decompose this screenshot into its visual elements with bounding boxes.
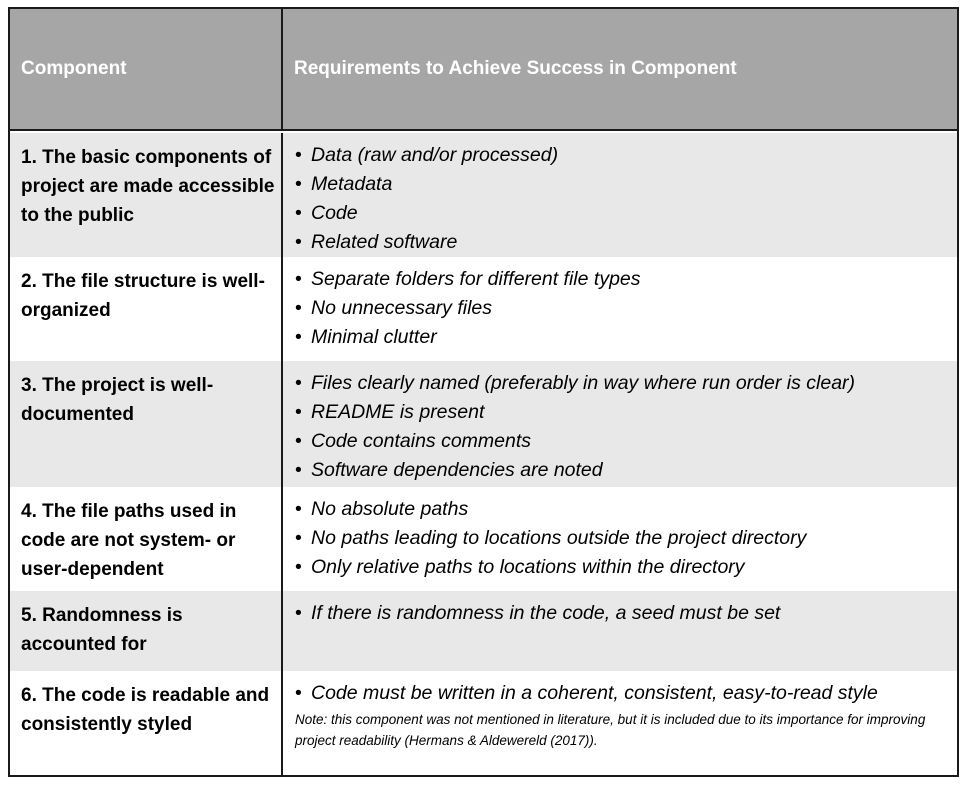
list-item: • No absolute paths [295,498,469,520]
header-cell-component: Component [10,9,283,129]
component-cell: 4. The file paths used in code are not s… [10,487,283,591]
table-header-row: Component Requirements to Achieve Succes… [10,9,957,131]
component-name: 2. The file structure is well-organized [21,271,265,321]
requirements-cell: • Separate folders for different file typ… [283,257,957,361]
list-item: • Code must be written in a coherent, con… [295,682,878,704]
component-name: 6. The code is readable and consistently… [21,685,270,735]
list-item: • Data (raw and/or processed) [295,144,559,166]
component-name: 4. The file paths used in code are not s… [21,501,237,580]
table-row: 2. The file structure is well-organized … [10,257,957,361]
list-item: • Code [295,202,358,224]
requirements-cell: • Data (raw and/or processed) • Metadata •… [283,133,957,257]
list-item: • Code contains comments [295,430,532,452]
component-cell: 6. The code is readable and consistently… [10,671,283,775]
table-row: 4. The file paths used in code are not s… [10,487,957,591]
list-item: • No unnecessary files [295,297,493,319]
component-cell: 1. The basic components of project are m… [10,133,283,257]
header-requirements-label: Requirements to Achieve Success in Compo… [294,58,737,79]
table-row: 5. Randomness is accounted for • If there… [10,591,957,671]
header-component-label: Component [21,58,127,79]
requirements-list: • Code must be written in a coherent, con… [295,679,951,708]
requirements-list: • Files clearly named (preferably in way … [295,369,951,485]
component-name: 5. Randomness is accounted for [21,605,183,655]
component-name: 1. The basic components of project are m… [21,147,275,226]
component-cell: 2. The file structure is well-organized [10,257,283,361]
requirements-cell: • Code must be written in a coherent, con… [283,671,957,775]
requirements-list: • Data (raw and/or processed) • Metadata •… [295,141,951,257]
list-item: • Related software [295,231,458,253]
list-item: • Software dependencies are noted [295,459,603,481]
list-item: • README is present [295,401,485,423]
requirements-cell: • No absolute paths • No paths leading to … [283,487,957,591]
requirements-list: • If there is randomness in the code, a s… [295,599,951,628]
table-row: 1. The basic components of project are m… [10,133,957,257]
component-cell: 5. Randomness is accounted for [10,591,283,671]
list-item: • Only relative paths to locations within… [295,556,745,578]
requirements-table: Component Requirements to Achieve Succes… [8,7,959,777]
table-row: 3. The project is well-documented • Files… [10,361,957,487]
list-item: • Metadata [295,173,393,195]
table-row: 6. The code is readable and consistently… [10,671,957,775]
list-item: • Separate folders for different file typ… [295,268,641,290]
requirements-list: • No absolute paths • No paths leading to … [295,495,951,582]
requirements-cell: • If there is randomness in the code, a s… [283,591,957,671]
requirements-cell: • Files clearly named (preferably in way … [283,361,957,487]
list-item: • No paths leading to locations outside t… [295,527,807,549]
component-note: Note: this component was not mentioned i… [295,712,926,748]
list-item: • Files clearly named (preferably in way … [295,372,856,394]
header-cell-requirements: Requirements to Achieve Success in Compo… [283,9,957,129]
list-item: • Minimal clutter [295,326,437,348]
component-name: 3. The project is well-documented [21,375,214,425]
component-cell: 3. The project is well-documented [10,361,283,487]
requirements-list: • Separate folders for different file typ… [295,265,951,352]
list-item: • If there is randomness in the code, a s… [295,602,781,624]
